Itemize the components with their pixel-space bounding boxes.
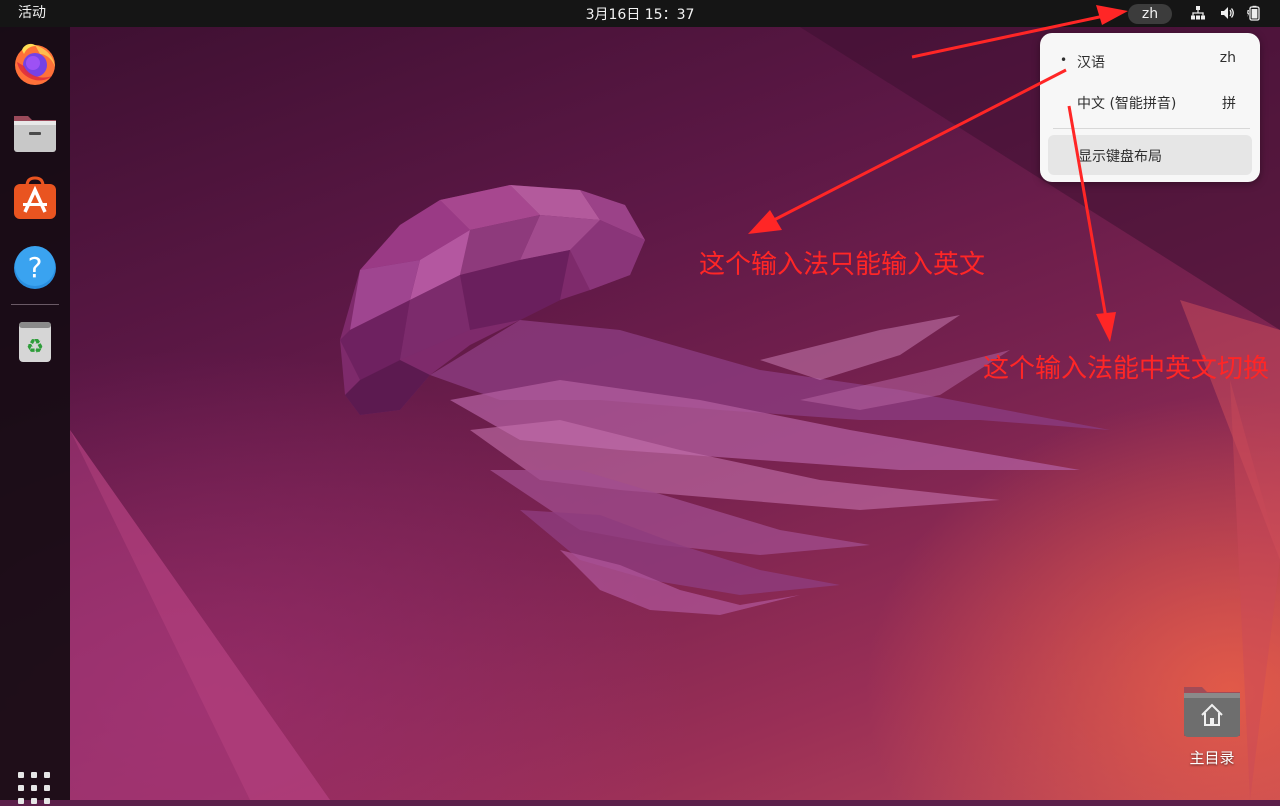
annotation-switch: 这个输入法能中英文切换 [983, 354, 1270, 384]
annotation-arrows [748, 5, 1128, 342]
home-folder-label[interactable]: 主目录 [1176, 747, 1248, 768]
annotation-english-only: 这个输入法只能输入英文 [699, 250, 986, 280]
home-folder-icon[interactable] [1182, 683, 1242, 739]
